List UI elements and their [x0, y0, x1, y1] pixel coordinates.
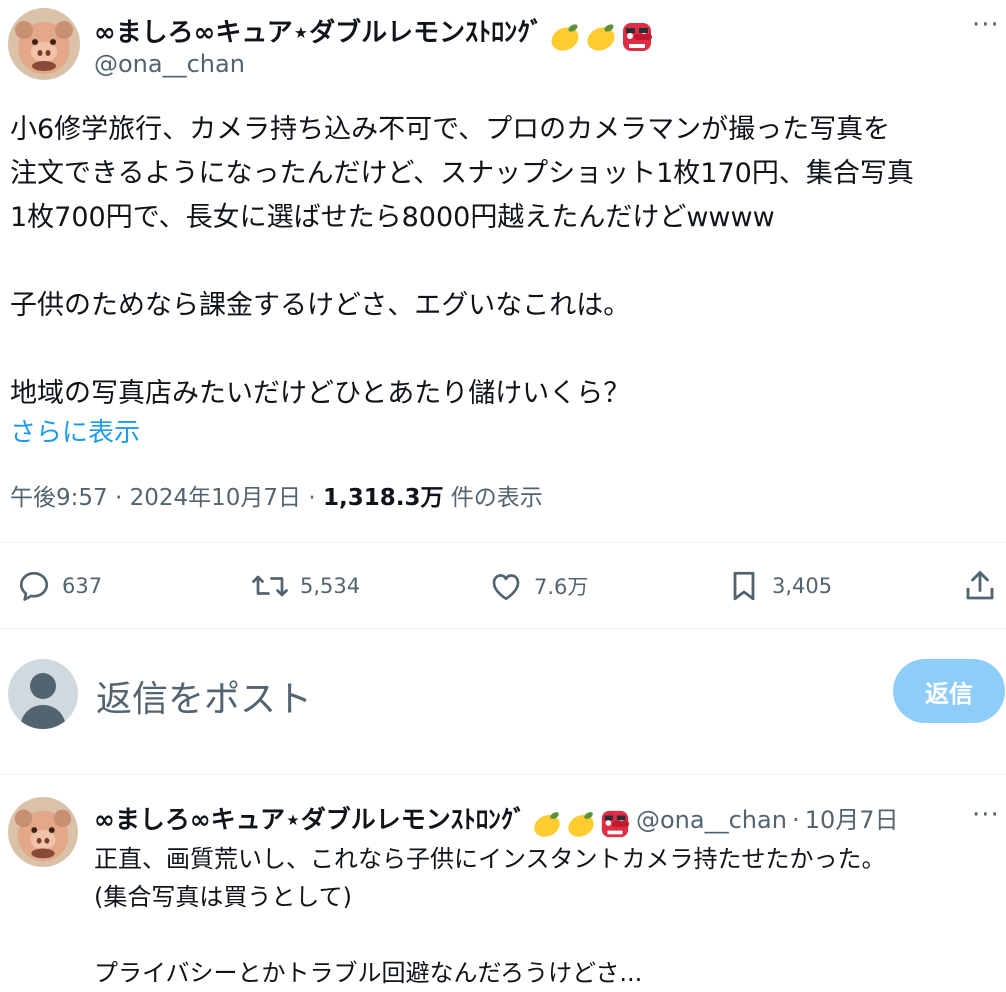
meta-separator: · [114, 485, 123, 511]
divider [0, 628, 1006, 629]
post-text-line: 1枚700円で、長女に選ばせたら8000円越えたんだけどwwww [10, 202, 775, 233]
reply-action[interactable]: 637 [16, 566, 102, 606]
post-date[interactable]: 2024年10月7日 [130, 485, 301, 511]
avatar-photo [8, 797, 78, 867]
views-label: 件の表示 [450, 485, 543, 511]
post-text-line: 注文できるようになったんだけど、スナップショット1枚170円、集合写真 [10, 158, 914, 189]
post-text: 小6修学旅行、カメラ持ち込み不可で、プロのカメラマンが撮った写真を 注文できるよ… [10, 108, 914, 416]
reply-author-avatar[interactable] [8, 797, 78, 867]
reply-text-blank [94, 916, 886, 954]
tengu-mask-emoji [601, 810, 630, 837]
lemon-emoji [551, 23, 579, 51]
author-handle[interactable]: @ona__chan [94, 50, 245, 78]
lemon-emoji [534, 811, 560, 837]
post-text-blank [10, 328, 914, 372]
post-text-blank [10, 240, 914, 284]
lemon-emoji [568, 811, 594, 837]
reply-header: ∞ましろ∞キュア⋆ダブルレモンｽﾄﾛﾝｸﾞ @ona__chan · 10月7日 [94, 800, 899, 840]
lemon-emoji [587, 23, 615, 51]
default-avatar-icon [20, 673, 66, 729]
divider [0, 774, 1006, 775]
composer-avatar[interactable] [8, 659, 78, 729]
post-time[interactable]: 午後9:57 [10, 485, 108, 511]
share-action[interactable] [962, 566, 998, 606]
author-display-name[interactable]: ∞ましろ∞キュア⋆ダブルレモンｽﾄﾛﾝｸﾞ [94, 18, 543, 48]
bookmark-icon [733, 571, 755, 601]
reply-icon [19, 571, 49, 601]
author-avatar[interactable] [8, 8, 80, 80]
reply-count: 637 [62, 574, 103, 598]
reply-submit-button[interactable]: 返信 [893, 659, 1005, 723]
reply-more-options-button[interactable]: ··· [972, 800, 1000, 830]
reply-date[interactable]: 10月7日 [805, 806, 899, 834]
post-text-line: 地域の写真店みたいだけどひとあたり儲けいくら？ [10, 378, 631, 409]
avatar-photo [8, 8, 80, 80]
author-name-row[interactable]: ∞ましろ∞キュア⋆ダブルレモンｽﾄﾛﾝｸﾞ [94, 12, 654, 54]
reply-input[interactable]: 返信をポスト [96, 670, 312, 722]
name-emojis [531, 808, 631, 840]
post-text-line: 小6修学旅行、カメラ持ち込み不可で、プロのカメラマンが撮った写真を [10, 114, 891, 145]
reply-text-line: プライバシーとかトラブル回避なんだろうけどさ... [94, 959, 643, 987]
reply-author-display-name[interactable]: ∞ましろ∞キュア⋆ダブルレモンｽﾄﾛﾝｸﾞ [94, 805, 526, 834]
bookmark-action[interactable]: 3,405 [726, 566, 832, 606]
bookmark-count: 3,405 [772, 574, 833, 598]
show-more-link[interactable]: さらに表示 [10, 412, 140, 449]
share-icon [966, 571, 994, 600]
meta-separator: · [308, 485, 316, 511]
heart-icon [492, 574, 520, 601]
like-count: 7.6万 [534, 575, 589, 599]
repost-action[interactable]: 5,534 [250, 566, 360, 606]
tengu-mask-emoji [623, 22, 653, 51]
like-action[interactable]: 7.6万 [488, 566, 588, 606]
repost-icon [252, 575, 288, 597]
post-text-line: 子供のためなら課金するけどさ、エグいなこれは。 [10, 290, 631, 321]
name-emojis [548, 20, 654, 54]
reply-text: 正直、画質荒いし、これなら子供にインスタントカメラ持たせたかった。 (集合写真は… [94, 840, 886, 992]
reply-text-line: (集合写真は買うとして) [94, 883, 353, 911]
views-count: 1,318.3万 [322, 485, 444, 511]
meta-separator: · [792, 806, 800, 834]
post-meta: 午後9:57 · 2024年10月7日 · 1,318.3万 件の表示 [10, 478, 543, 512]
reply-author-handle[interactable]: @ona__chan [636, 806, 787, 834]
reply-text-line: 正直、画質荒いし、これなら子供にインスタントカメラ持たせたかった。 [94, 845, 886, 873]
divider [0, 542, 1006, 543]
more-options-button[interactable]: ··· [972, 10, 1000, 40]
repost-count: 5,534 [300, 574, 361, 598]
